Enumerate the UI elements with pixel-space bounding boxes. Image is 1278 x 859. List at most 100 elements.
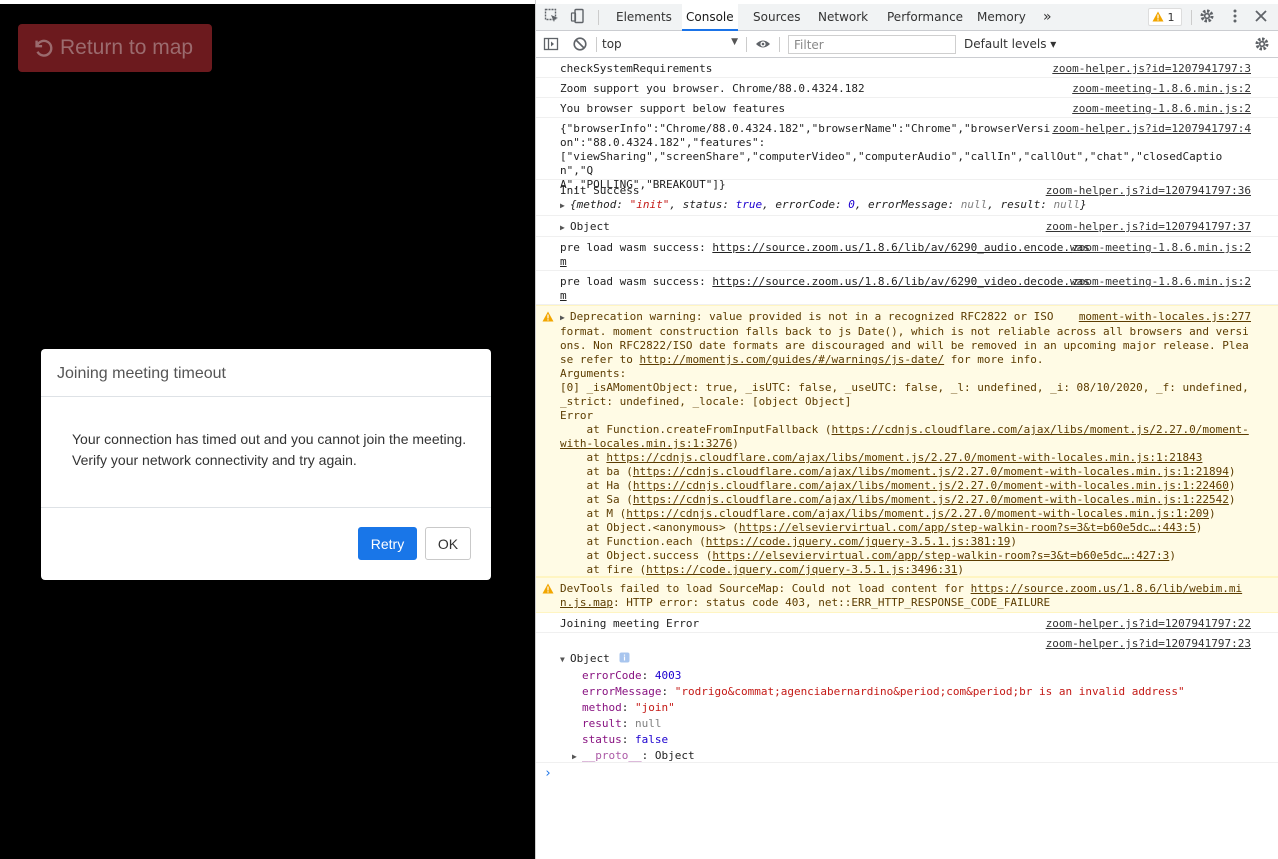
- stack-frame: at Ha (https://cdnjs.cloudflare.com/ajax…: [560, 479, 1236, 492]
- console-message-text[interactable]: Object: [570, 220, 610, 233]
- source-link[interactable]: zoom-meeting-1.8.6.min.js:2: [1068, 241, 1251, 255]
- stack-frame-link[interactable]: https://cdnjs.cloudflare.com/ajax/libs/m…: [606, 451, 1202, 464]
- device-toolbar-icon[interactable]: [569, 8, 587, 26]
- moment-guide-link[interactable]: http://momentjs.com/guides/#/warnings/js…: [639, 353, 944, 366]
- tab-memory[interactable]: Memory: [973, 4, 1030, 31]
- devtools-panel: Elements Console Sources Network Perform…: [535, 0, 1278, 859]
- deprecation-warning: ▶ Deprecation warning: value provided is …: [536, 305, 1278, 577]
- live-expression-eye-icon[interactable]: [755, 36, 771, 52]
- prompt-chevron-icon: ›: [544, 766, 552, 781]
- warning-line: : HTTP error: status code 403, net::ERR_…: [612, 596, 1051, 609]
- init-result-object[interactable]: ▶ {method: "init", status: true, errorCod…: [560, 198, 1251, 213]
- stack-frame-link[interactable]: https://cdnjs.cloudflare.com/ajax/libs/m…: [633, 465, 1229, 478]
- console-message-text: You browser support below features: [560, 102, 786, 115]
- source-link[interactable]: zoom-meeting-1.8.6.min.js:2: [1068, 102, 1251, 116]
- warning-body: ▶ Deprecation warning: value provided is …: [560, 310, 1251, 577]
- more-tabs-button[interactable]: »: [1039, 4, 1056, 31]
- stack-frame-link[interactable]: https://code.jquery.com/jquery-3.5.1.js:…: [706, 535, 1011, 548]
- stack-frame: at Object.<anonymous> (https://elsevierv…: [560, 521, 1203, 534]
- dialog-title: Joining meeting timeout: [41, 349, 491, 397]
- object-header[interactable]: ▼ Object: [560, 651, 1251, 668]
- console-message: {"browserInfo":"Chrome/88.0.4324.182","b…: [536, 118, 1278, 191]
- object-property: errorCode: 4003: [582, 669, 682, 682]
- undo-icon: [35, 39, 53, 57]
- stack-frame-link[interactable]: https://cdnjs.cloudflare.com/ajax/libs/m…: [626, 507, 1209, 520]
- return-to-map-button[interactable]: Return to map: [18, 24, 212, 72]
- app-pane: Return to map Joining meeting timeout Yo…: [0, 0, 535, 859]
- console-message-text: Zoom support you browser. Chrome/88.0.43…: [560, 82, 865, 95]
- proto-value: Object: [654, 749, 695, 762]
- tab-elements[interactable]: Elements: [612, 4, 676, 31]
- settings-gear-icon[interactable]: [1198, 8, 1216, 26]
- return-to-map-label: Return to map: [60, 36, 194, 59]
- inspect-element-icon[interactable]: [543, 8, 561, 26]
- sidebar-toggle-icon[interactable]: [543, 36, 559, 52]
- status-value: false: [635, 733, 669, 746]
- chevron-down-icon: ▼: [731, 37, 738, 47]
- warning-arguments: Arguments: [0] _isAMomentObject: true, _…: [560, 367, 1249, 422]
- console-message: Joining meeting Error zoom-helper.js?id=…: [536, 613, 1278, 633]
- source-link[interactable]: zoom-helper.js?id=1207941797:3: [1048, 62, 1251, 76]
- stack-frame-link[interactable]: https://elseviervirtual.com/app/step-wal…: [739, 521, 1196, 534]
- console-message: checkSystemRequirements zoom-helper.js?i…: [536, 58, 1278, 78]
- console-message: Init Success ▶ {method: "init", status: t…: [536, 180, 1278, 216]
- console-message: ▶ Object zoom-helper.js?id=1207941797:37: [536, 216, 1278, 237]
- collapse-triangle-icon: ▼: [560, 655, 565, 664]
- source-link[interactable]: zoom-meeting-1.8.6.min.js:2: [1068, 82, 1251, 96]
- console-prompt[interactable]: ›: [536, 763, 1278, 785]
- ok-button[interactable]: OK: [425, 527, 471, 560]
- warnings-counter[interactable]: 1: [1148, 8, 1182, 26]
- expand-triangle-icon[interactable]: ▶: [560, 221, 570, 235]
- close-devtools-icon[interactable]: [1252, 8, 1270, 26]
- console-object-message: zoom-helper.js?id=1207941797:23 ▼ Object …: [536, 633, 1278, 763]
- context-selector-value: top: [602, 37, 622, 51]
- tab-sources[interactable]: Sources: [749, 4, 804, 31]
- source-link[interactable]: zoom-helper.js?id=1207941797:22: [1042, 617, 1251, 631]
- log-levels-dropdown[interactable]: Default levels ▾: [964, 37, 1056, 51]
- dialog-message: Your connection has timed out and you ca…: [41, 397, 491, 508]
- object-property: status: false: [582, 733, 669, 746]
- warning-body: DevTools failed to load SourceMap: Could…: [560, 582, 1251, 610]
- object-label: Object: [570, 652, 610, 665]
- context-selector[interactable]: top ▼: [602, 37, 738, 51]
- warning-icon: [542, 583, 554, 594]
- expand-triangle-icon: ▶: [560, 201, 565, 210]
- warning-line: DevTools failed to load SourceMap: Could…: [560, 582, 971, 595]
- result-value: null: [635, 717, 662, 730]
- source-link[interactable]: zoom-helper.js?id=1207941797:36: [1042, 184, 1251, 198]
- clear-console-icon[interactable]: [572, 36, 588, 52]
- warning-line: Deprecation warning: value provided is n…: [570, 310, 1054, 323]
- stack-frame: at M (https://cdnjs.cloudflare.com/ajax/…: [560, 507, 1216, 520]
- retry-button[interactable]: Retry: [358, 527, 417, 560]
- warning-line: for more info.: [944, 353, 1044, 366]
- stack-frame-link[interactable]: https://code.jquery.com/jquery-3.5.1.js:…: [646, 563, 957, 576]
- expand-triangle-icon[interactable]: ▶: [560, 311, 570, 325]
- stack-frame-link[interactable]: https://cdnjs.cloudflare.com/ajax/libs/m…: [633, 493, 1229, 506]
- error-code-value: 4003: [654, 669, 682, 682]
- timeout-dialog: Joining meeting timeout Your connection …: [41, 349, 491, 580]
- stack-frame: at https://cdnjs.cloudflare.com/ajax/lib…: [560, 451, 1203, 464]
- stack-frame: at Object.success (https://elseviervirtu…: [560, 549, 1176, 562]
- devtools-tabbar: Elements Console Sources Network Perform…: [536, 4, 1278, 31]
- tab-network[interactable]: Network: [814, 4, 872, 31]
- console-message-text: pre load wasm success:: [560, 275, 713, 288]
- source-link[interactable]: moment-with-locales.js:277: [1074, 310, 1251, 324]
- stack-frame-link[interactable]: https://cdnjs.cloudflare.com/ajax/libs/m…: [633, 479, 1229, 492]
- source-link[interactable]: zoom-helper.js?id=1207941797:4: [1048, 122, 1251, 136]
- info-icon: [619, 652, 630, 663]
- tab-performance[interactable]: Performance: [883, 4, 967, 31]
- stack-frame: at Function.createFromInputFallback (htt…: [560, 423, 1249, 450]
- source-link[interactable]: zoom-helper.js?id=1207941797:37: [1042, 220, 1251, 234]
- dialog-footer: Retry OK: [41, 508, 491, 580]
- sourcemap-warning: DevTools failed to load SourceMap: Could…: [536, 577, 1278, 613]
- source-link[interactable]: zoom-meeting-1.8.6.min.js:2: [1068, 275, 1251, 289]
- console-settings-gear-icon[interactable]: [1254, 36, 1270, 52]
- source-link[interactable]: zoom-helper.js?id=1207941797:23: [1042, 637, 1251, 651]
- top-border: [0, 0, 535, 4]
- tab-console[interactable]: Console: [682, 4, 738, 31]
- stack-frame: at fire (https://code.jquery.com/jquery-…: [560, 563, 965, 576]
- console-filter-input[interactable]: [788, 35, 956, 54]
- kebab-menu-icon[interactable]: [1226, 8, 1244, 26]
- method-value: "join": [635, 701, 675, 714]
- stack-frame-link[interactable]: https://elseviervirtual.com/app/step-wal…: [712, 549, 1169, 562]
